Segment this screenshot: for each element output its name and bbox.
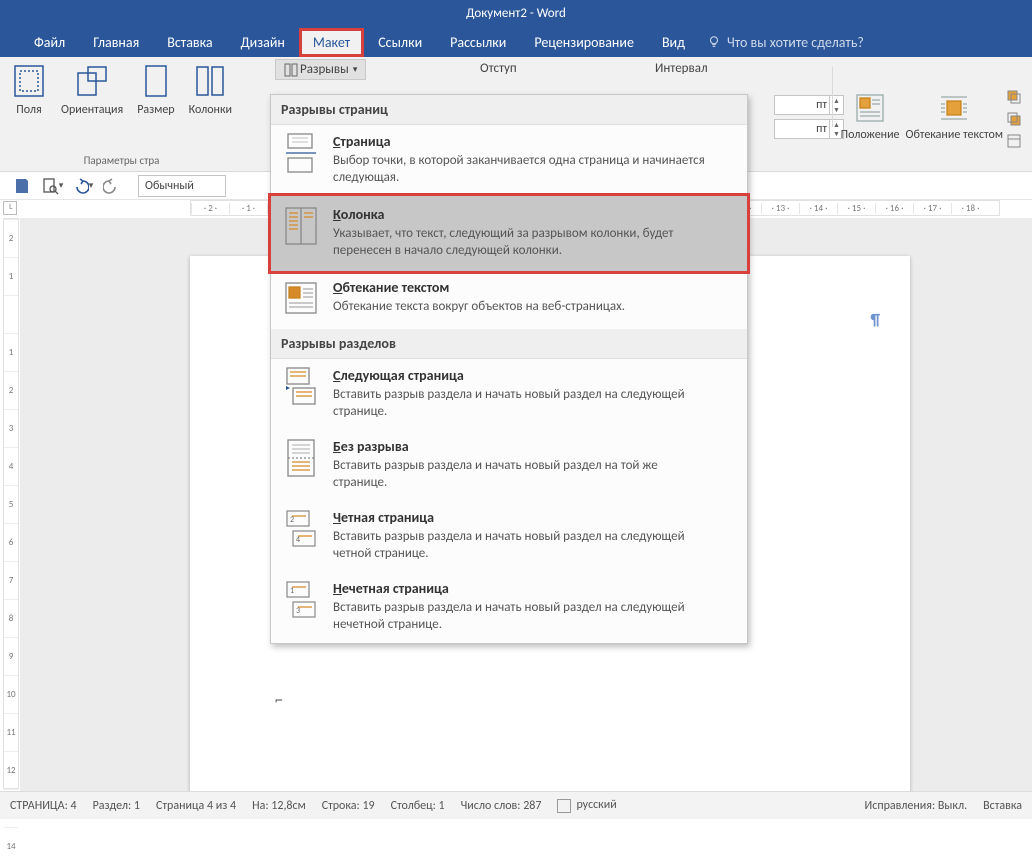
tab-insert[interactable]: Вставка	[153, 28, 226, 57]
menu-desc: Вставить разрыв раздела и начать новый р…	[333, 599, 713, 633]
position-icon	[854, 92, 886, 124]
status-page-of[interactable]: Страница 4 из 4	[156, 799, 236, 813]
menu-desc: Указывает, что текст, следующий за разры…	[333, 225, 713, 259]
menu-item-page-break[interactable]: Страница Выбор точки, в которой заканчив…	[271, 125, 747, 196]
breaks-dropdown[interactable]: Разрывы ▾	[275, 59, 366, 80]
wrap-text-button[interactable]: Обтекание текстом	[903, 90, 1006, 144]
tell-me[interactable]: Что вы хотите сделать?	[707, 34, 864, 51]
tab-review[interactable]: Рецензирование	[520, 28, 648, 57]
paragraph-mark: ¶	[870, 311, 880, 330]
status-page[interactable]: СТРАНИЦА: 4	[10, 799, 77, 813]
status-insert-mode[interactable]: Вставка	[983, 799, 1022, 813]
column-break-icon	[284, 206, 318, 246]
selection-pane-icon[interactable]	[1006, 133, 1022, 149]
menu-title: Следующая страница	[333, 367, 713, 384]
size-icon	[138, 63, 174, 99]
tab-view[interactable]: Вид	[648, 28, 699, 57]
menu-desc: Вставить разрыв раздела и начать новый р…	[333, 386, 713, 420]
menu-section-section-breaks: Разрывы разделов	[271, 329, 747, 359]
group-arrange: Положение Обтекание текстом	[830, 57, 1032, 171]
columns-icon	[192, 63, 228, 99]
menu-title: Страница	[333, 133, 713, 150]
titlebar: Документ2 - Word	[0, 0, 1032, 27]
tab-home[interactable]: Главная	[79, 28, 153, 57]
breaks-menu: Разрывы страниц Страница Выбор точки, в …	[270, 94, 748, 644]
style-selector[interactable]: Обычный	[138, 175, 226, 197]
orientation-icon	[74, 63, 110, 99]
text-wrap-break-icon	[284, 279, 318, 319]
menu-desc: Вставить разрыв раздела и начать новый р…	[333, 457, 713, 491]
undo-button[interactable]: ▾	[70, 174, 94, 198]
status-bar: СТРАНИЦА: 4 Раздел: 1 Страница 4 из 4 На…	[0, 791, 1032, 819]
save-button[interactable]	[10, 174, 34, 198]
status-line[interactable]: Строка: 19	[322, 799, 375, 813]
vertical-ruler[interactable]: 211234567891011121314	[3, 218, 19, 789]
redo-button[interactable]	[100, 174, 124, 198]
breaks-icon	[284, 63, 298, 77]
redo-icon	[103, 177, 121, 195]
tab-file[interactable]: Файл	[20, 28, 79, 57]
even-page-icon: 24	[284, 509, 318, 549]
position-button[interactable]: Положение	[838, 90, 903, 144]
window-title: Документ2 - Word	[466, 6, 566, 21]
save-icon	[13, 177, 31, 195]
indent-label: Отступ	[480, 61, 517, 76]
menu-section-page-breaks: Разрывы страниц	[271, 95, 747, 125]
menu-title: Нечетная страница	[333, 580, 713, 597]
orientation-button[interactable]: Ориентация	[58, 61, 126, 119]
menu-item-even-page[interactable]: 24 Четная страница Вставить разрыв разде…	[271, 501, 747, 572]
margins-icon	[11, 63, 47, 99]
menu-item-column-break[interactable]: Колонка Указывает, что текст, следующий …	[271, 196, 747, 271]
caret-down-icon: ▾	[353, 64, 358, 75]
size-button[interactable]: Размер	[134, 61, 177, 119]
text-cursor: ⌐	[275, 691, 283, 710]
columns-button[interactable]: Колонки	[186, 61, 235, 119]
menu-desc: Обтекание текста вокруг объектов на веб-…	[333, 298, 625, 315]
status-track-changes[interactable]: Исправления: Выкл.	[865, 799, 968, 813]
menu-title: Четная страница	[333, 509, 713, 526]
next-page-icon	[284, 367, 318, 407]
menu-item-next-page[interactable]: Следующая страница Вставить разрыв разде…	[271, 359, 747, 430]
menu-desc: Вставить разрыв раздела и начать новый р…	[333, 528, 713, 562]
status-at[interactable]: На: 12,8см	[252, 799, 306, 813]
tab-design[interactable]: Дизайн	[227, 28, 299, 57]
tab-references[interactable]: Ссылки	[364, 28, 436, 57]
send-backward-icon[interactable]	[1006, 111, 1022, 127]
status-section[interactable]: Раздел: 1	[93, 799, 140, 813]
ribbon-tabs: Файл Главная Вставка Дизайн Макет Ссылки…	[0, 27, 1032, 57]
continuous-icon	[284, 438, 318, 478]
menu-item-odd-page[interactable]: 13 Нечетная страница Вставить разрыв раз…	[271, 572, 747, 643]
menu-title: Колонка	[333, 206, 713, 223]
language-icon	[557, 799, 571, 813]
margins-button[interactable]: Поля	[8, 61, 50, 119]
tab-layout[interactable]: Макет	[299, 28, 364, 57]
status-column[interactable]: Столбец: 1	[391, 799, 445, 813]
odd-page-icon: 13	[284, 580, 318, 620]
menu-desc: Выбор точки, в которой заканчивается одн…	[333, 152, 713, 186]
undo-icon	[71, 177, 89, 195]
group-page-setup: Поля Ориентация Размер Колонки Параметры…	[0, 57, 243, 171]
menu-title: Обтекание текстом	[333, 279, 625, 296]
bulb-icon	[707, 35, 721, 49]
group-label-page-setup: Параметры стра	[84, 154, 160, 167]
print-preview-button[interactable]: ▾	[40, 174, 64, 198]
tab-selector[interactable]: └	[3, 201, 17, 215]
magnifier-doc-icon	[41, 177, 59, 195]
wrap-text-icon	[938, 92, 970, 124]
spacing-label: Интервал	[655, 61, 708, 76]
page-break-icon	[284, 133, 318, 173]
status-language[interactable]: русский	[557, 798, 616, 812]
menu-item-continuous[interactable]: Без разрыва Вставить разрыв раздела и на…	[271, 430, 747, 501]
bring-forward-icon[interactable]	[1006, 89, 1022, 105]
status-words[interactable]: Число слов: 287	[461, 799, 542, 813]
menu-item-text-wrapping-break[interactable]: Обтекание текстом Обтекание текста вокру…	[271, 271, 747, 329]
tab-mailings[interactable]: Рассылки	[436, 28, 520, 57]
menu-title: Без разрыва	[333, 438, 713, 455]
